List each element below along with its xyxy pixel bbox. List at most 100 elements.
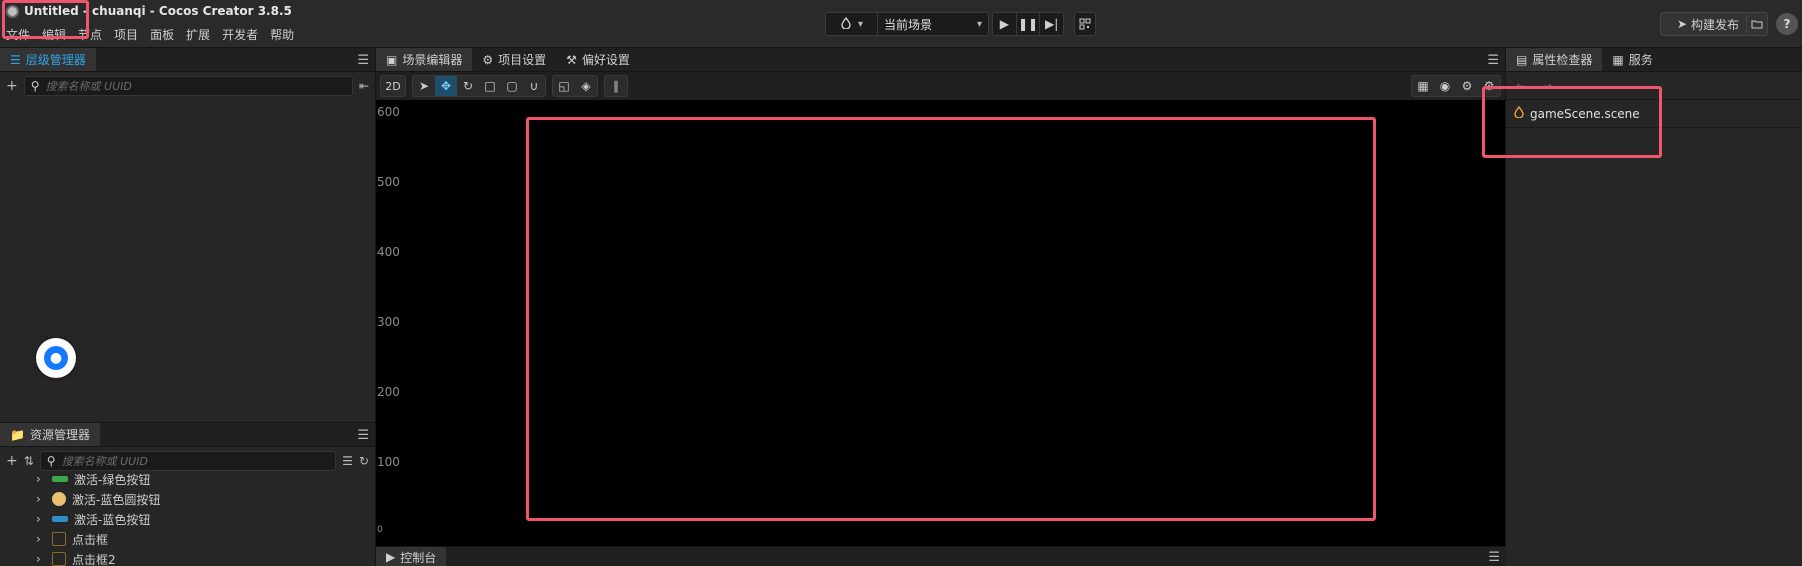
tab-hierarchy-label: 层级管理器 — [25, 53, 86, 67]
hierarchy-search-row: + ⚲ ⇤ — [0, 72, 375, 100]
move-icon[interactable]: ✥ — [435, 76, 457, 96]
chevron-down-icon: ▾ — [976, 18, 982, 30]
menu-project[interactable]: 项目 — [114, 26, 138, 43]
hamburger-menu-icon[interactable]: ☰ — [357, 53, 369, 68]
build-publish-button[interactable]: ➤ 构建发布 — [1660, 12, 1756, 36]
build-publish-label: 构建发布 — [1691, 17, 1740, 32]
pivot-tools: ◱ ◈ — [552, 75, 598, 97]
assets-search-box: ⚲ — [39, 451, 337, 471]
gizmo-icon[interactable]: ▦ — [1412, 76, 1434, 96]
hamburger-menu-icon[interactable]: ☰ — [1488, 550, 1500, 565]
assets-tabbar: 📁 资源管理器 ☰ — [0, 423, 375, 447]
floating-assistant-button[interactable]: ● — [36, 338, 76, 378]
play-icon[interactable]: ▶ — [993, 13, 1017, 35]
hierarchy-search-box: ⚲ — [23, 76, 353, 96]
scene-icon: ▣ — [386, 52, 398, 67]
tab-project-settings[interactable]: ⚙ 项目设置 — [472, 48, 556, 71]
refresh-icon[interactable]: ↻ — [359, 454, 369, 468]
sort-icon[interactable]: ⇅ — [24, 454, 34, 468]
scene-select-label: 当前场景 — [884, 17, 933, 32]
y-axis-label: 600 — [377, 105, 400, 119]
list-item[interactable]: › 激活-蓝色圆按钮 — [0, 489, 375, 509]
hamburger-menu-icon[interactable]: ☰ — [357, 428, 369, 443]
tab-console-label: 控制台 — [400, 550, 437, 565]
tab-assets-label: 资源管理器 — [29, 428, 90, 442]
list-item-label: 激活-蓝色圆按钮 — [72, 492, 161, 507]
gear-icon[interactable]: ⚙ — [1456, 76, 1478, 96]
list-item-label: 点击框2 — [72, 552, 116, 566]
tab-assets[interactable]: 📁 资源管理器 — [0, 423, 100, 446]
tab-hierarchy[interactable]: ☰ 层级管理器 — [0, 48, 96, 71]
menu-extension[interactable]: 扩展 — [186, 26, 210, 43]
cube-icon: ▤ — [1516, 52, 1528, 67]
align-tools: ∥ — [604, 75, 628, 97]
chevron-right-icon[interactable]: › — [36, 492, 46, 506]
chevron-right-icon[interactable]: › — [36, 472, 46, 486]
y-axis-label: 0 — [377, 525, 383, 535]
transform-tools: ➤ ✥ ↻ □ ▢ ∪ — [412, 75, 546, 97]
tab-console[interactable]: ▶ 控制台 — [376, 547, 447, 566]
list-item-label: 激活-绿色按钮 — [74, 472, 151, 487]
tab-services-label: 服务 — [1628, 53, 1653, 67]
game-canvas-highlight-box — [526, 117, 1376, 521]
list-item[interactable]: › 激活-绿色按钮 — [0, 469, 375, 489]
pivot-icon[interactable]: ◱ — [553, 76, 575, 96]
add-icon[interactable]: + — [6, 453, 18, 469]
qr-code-icon[interactable] — [1074, 12, 1096, 36]
image-thumbnail — [52, 552, 66, 566]
chevron-right-icon[interactable]: › — [36, 532, 46, 546]
console-tabbar: ▶ 控制台 ☰ — [376, 547, 1506, 566]
align-icon[interactable]: ∥ — [605, 76, 627, 96]
tab-inspector[interactable]: ▤ 属性检查器 — [1506, 48, 1603, 71]
snap-icon[interactable]: ∪ — [523, 76, 545, 96]
inspector-highlight-box — [1482, 86, 1662, 158]
hamburger-menu-icon[interactable]: ☰ — [1487, 53, 1499, 68]
select-icon[interactable]: ➤ — [413, 76, 435, 96]
menu-developer[interactable]: 开发者 — [222, 26, 258, 43]
hierarchy-tabbar: ☰ 层级管理器 ☰ — [0, 48, 375, 72]
add-icon[interactable]: + — [6, 78, 18, 94]
tab-inspector-label: 属性检查器 — [1532, 53, 1593, 67]
rotate-icon[interactable]: ↻ — [457, 76, 479, 96]
y-axis-label: 100 — [377, 455, 400, 469]
list-item-label: 点击框 — [72, 532, 109, 547]
menu-panel[interactable]: 面板 — [150, 26, 174, 43]
gear-icon: ⚙ — [482, 52, 494, 67]
local-global-icon[interactable]: ◈ — [575, 76, 597, 96]
pause-icon[interactable]: ❚❚ — [1017, 13, 1041, 35]
assets-search-input[interactable] — [61, 454, 330, 468]
list-filter-icon[interactable]: ☰ — [342, 454, 353, 468]
step-icon[interactable]: ▶| — [1040, 13, 1063, 35]
folder-open-icon[interactable] — [1746, 12, 1768, 36]
chevron-right-icon[interactable]: › — [36, 552, 46, 566]
list-item[interactable]: › 激活-蓝色按钮 — [0, 509, 375, 529]
folder-icon: 📁 — [10, 427, 25, 442]
assets-panel: 📁 资源管理器 ☰ + ⇅ ⚲ ☰ ↻ › 激活-绿色按钮 › 激活-蓝色圆按钮… — [0, 422, 376, 566]
tab-scene-editor[interactable]: ▣ 场景编辑器 — [376, 48, 473, 71]
grid-icon: ▦ — [1612, 52, 1624, 67]
list-item[interactable]: › 点击框 — [0, 529, 375, 549]
inspector-tabbar: ▤ 属性检查器 ▦ 服务 — [1506, 48, 1802, 72]
rect-icon[interactable]: ▢ — [501, 76, 523, 96]
preview-controls: ▶ ❚❚ ▶| — [992, 12, 1064, 36]
chevron-right-icon[interactable]: › — [36, 512, 46, 526]
help-icon[interactable]: ? — [1776, 13, 1798, 35]
image-thumbnail — [52, 476, 68, 482]
tab-services[interactable]: ▦ 服务 — [1602, 48, 1662, 71]
y-axis-label: 200 — [377, 385, 400, 399]
hierarchy-search-input[interactable] — [45, 79, 346, 93]
tab-preferences[interactable]: ⚒ 偏好设置 — [556, 48, 640, 71]
toggle-2d-button[interactable]: 2D — [380, 75, 406, 97]
y-axis-label: 300 — [377, 315, 400, 329]
camera-icon[interactable]: ◉ — [1434, 76, 1456, 96]
collapse-icon[interactable]: ⇤ — [359, 79, 369, 93]
scale-icon[interactable]: □ — [479, 76, 501, 96]
menu-help[interactable]: 帮助 — [270, 26, 294, 43]
list-item[interactable]: › 点击框2 — [0, 549, 375, 566]
assets-search-row: + ⇅ ⚲ ☰ ↻ — [0, 447, 375, 475]
chevron-down-icon: ▾ — [857, 18, 864, 30]
scene-select-dropdown[interactable]: ▾ 当前场景 ▾ — [825, 12, 989, 36]
platform-select[interactable]: ▾ — [826, 13, 878, 35]
y-axis-label: 400 — [377, 245, 400, 259]
assets-list: › 激活-绿色按钮 › 激活-蓝色圆按钮 › 激活-蓝色按钮 › 点击框 › 点… — [0, 469, 375, 566]
